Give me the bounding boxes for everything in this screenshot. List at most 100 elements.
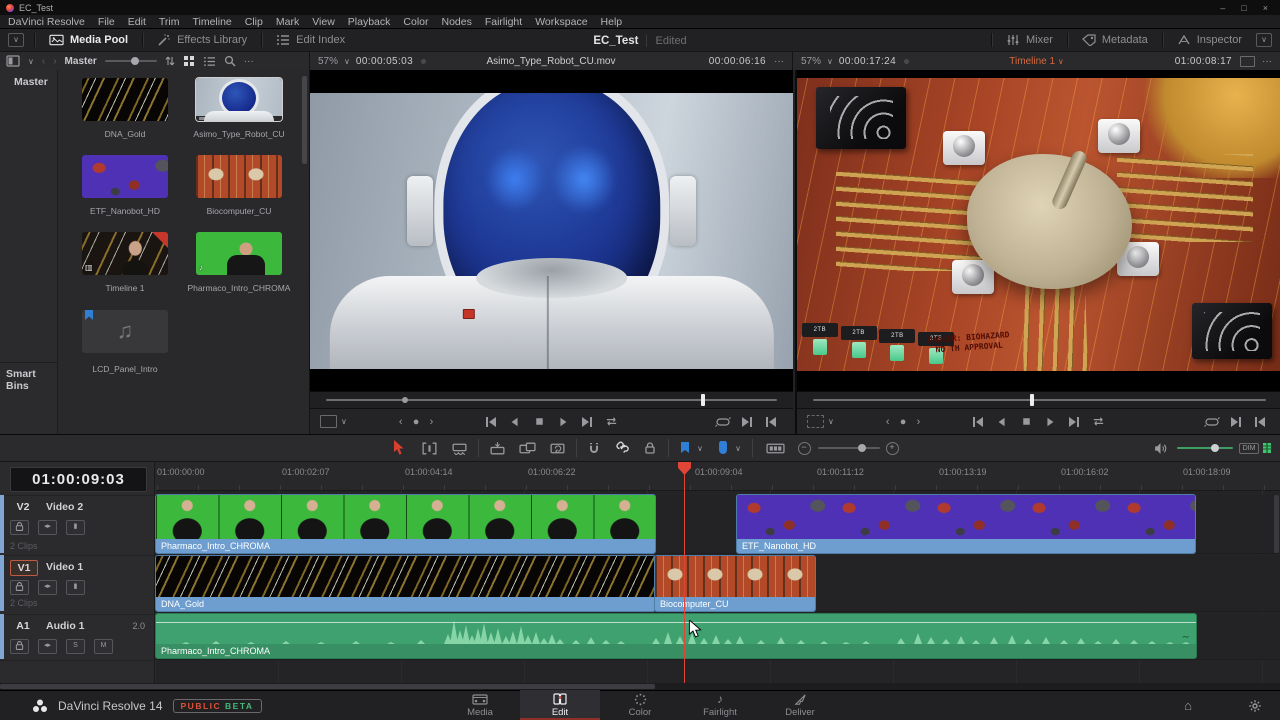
menu-fairlight[interactable]: Fairlight	[485, 16, 522, 28]
media-pool-scrollbar[interactable]	[302, 76, 307, 164]
solo-toggle[interactable]: S	[66, 639, 85, 654]
source-more-icon[interactable]: ···	[774, 56, 784, 67]
track-header-v1[interactable]: V1 Video 1 ◂▸ ▮ 2 Clips	[0, 555, 155, 612]
source-shuttle-control[interactable]: ‹ ● ›	[399, 416, 437, 428]
trim-edit-mode-tool[interactable]	[416, 435, 442, 461]
page-tab-fairlight[interactable]: ♪ Fairlight	[680, 690, 760, 720]
timeline-display-mode-icon[interactable]	[807, 415, 824, 428]
timeline-clip-pharmaco-v2[interactable]: Pharmaco_Intro_CHROMA	[156, 495, 655, 553]
timeline-step-back-button[interactable]	[990, 412, 1014, 432]
timeline-clip-biocomputer[interactable]: Biocomputer_CU	[655, 556, 815, 611]
source-go-to-out-button[interactable]	[735, 412, 759, 432]
add-marker-button[interactable]	[714, 435, 732, 461]
timeline-vertical-scrollbar[interactable]	[1274, 495, 1279, 553]
timeline-shuttle-control[interactable]: ‹ ● ›	[886, 416, 924, 428]
page-tab-color[interactable]: Color	[600, 690, 680, 720]
linked-selection-toggle[interactable]	[610, 435, 634, 461]
track-target-v1[interactable]: V1	[10, 560, 38, 576]
timeline-zoom-level[interactable]: 57%	[801, 56, 821, 67]
timeline-go-to-out-button[interactable]	[1224, 412, 1248, 432]
scrollbar-handle[interactable]	[0, 684, 655, 689]
track-enable-toggle[interactable]: ▮	[66, 520, 85, 535]
thumbnail-view-icon[interactable]	[183, 55, 195, 67]
menu-nodes[interactable]: Nodes	[441, 16, 471, 28]
menu-workspace[interactable]: Workspace	[535, 16, 587, 28]
track-target-v2[interactable]: V2	[10, 500, 36, 514]
media-clip-lcd-panel-intro[interactable]: ♫	[82, 310, 168, 353]
timeline-stop-button[interactable]	[1014, 412, 1038, 432]
settings-gear-icon[interactable]	[1248, 699, 1262, 713]
razor-edit-mode-tool[interactable]	[446, 435, 472, 461]
timeline-last-frame-button[interactable]	[1062, 412, 1086, 432]
bin-sidebar-toggle-icon[interactable]	[6, 55, 20, 67]
timeline-view-options[interactable]	[762, 435, 788, 461]
audio-fade-icon[interactable]: ∼	[1182, 632, 1190, 643]
timeline-tracks-area[interactable]: Pharmaco_Intro_CHROMA ETF_Nanobot_HD DNA…	[155, 490, 1280, 683]
flag-color-chevron-icon[interactable]: ∨	[694, 435, 706, 461]
page-tab-edit[interactable]: Edit	[520, 690, 600, 720]
monitor-volume-slider[interactable]	[1176, 435, 1234, 461]
edit-index-toggle[interactable]: Edit Index	[262, 29, 359, 51]
mute-toggle[interactable]: M	[94, 639, 113, 654]
media-clip-etf-nanobot[interactable]	[82, 155, 168, 198]
overwrite-clip-button[interactable]	[514, 435, 540, 461]
menu-file[interactable]: File	[98, 16, 115, 28]
dim-audio-button[interactable]: DIM	[1238, 435, 1260, 461]
metadata-toggle[interactable]: Metadata	[1068, 29, 1162, 51]
source-stop-button[interactable]	[527, 412, 551, 432]
timeline-loop-button[interactable]	[1086, 412, 1110, 432]
menu-timeline[interactable]: Timeline	[192, 16, 231, 28]
source-zoom-level[interactable]: 57%	[318, 56, 338, 67]
minimize-button[interactable]: –	[1220, 3, 1225, 13]
track-enable-toggle[interactable]: ▮	[66, 580, 85, 595]
search-icon[interactable]	[224, 55, 236, 67]
media-clip-biocomputer[interactable]	[196, 155, 282, 198]
auto-select-toggle[interactable]: ◂▸	[38, 520, 57, 535]
timeline-first-frame-button[interactable]	[966, 412, 990, 432]
clip-color-toggle[interactable]: ∨	[8, 33, 24, 47]
menu-clip[interactable]: Clip	[245, 16, 263, 28]
selection-mode-tool[interactable]	[388, 435, 410, 461]
bin-master[interactable]: Master	[14, 76, 48, 88]
inspector-toggle[interactable]: Inspector	[1163, 29, 1256, 51]
source-display-mode-icon[interactable]	[320, 415, 337, 428]
sort-order-icon[interactable]	[165, 55, 175, 67]
chevron-down-icon[interactable]: ∨	[28, 57, 34, 66]
audio-volume-line[interactable]	[156, 622, 1196, 623]
timeline-loop-range-button[interactable]	[1200, 412, 1224, 432]
source-video-area[interactable]	[310, 70, 793, 391]
media-clip-asimo-selected[interactable]	[196, 78, 282, 121]
menu-trim[interactable]: Trim	[159, 16, 180, 28]
track-lock-toggle[interactable]	[10, 580, 29, 595]
source-loop-range-button[interactable]	[711, 412, 735, 432]
smart-bins-header[interactable]: Smart Bins	[6, 368, 57, 392]
insert-clip-button[interactable]	[484, 435, 510, 461]
timeline-zoom-slider[interactable]	[816, 435, 882, 461]
source-zoom-chevron-icon[interactable]: ∨	[344, 57, 350, 66]
replace-clip-button[interactable]	[544, 435, 570, 461]
snapping-toggle[interactable]	[582, 435, 606, 461]
fullscreen-icon[interactable]	[1240, 56, 1255, 67]
mixer-toggle[interactable]: Mixer	[992, 29, 1067, 51]
source-display-chevron-icon[interactable]: ∨	[341, 417, 347, 426]
timeline-more-icon[interactable]: ···	[1262, 56, 1272, 67]
page-tab-deliver[interactable]: Deliver	[760, 690, 840, 720]
track-header-v2[interactable]: V2 Video 2 ◂▸ ▮ 2 Clips	[0, 495, 155, 555]
menu-davinci-resolve[interactable]: DaVinci Resolve	[8, 16, 85, 28]
timeline-clip-pharmaco-audio[interactable]: ∼ Pharmaco_Intro_CHROMA	[156, 614, 1196, 658]
source-loop-button[interactable]	[599, 412, 623, 432]
panel-layout-toggle[interactable]: ∨	[1256, 33, 1272, 47]
auto-select-toggle[interactable]: ◂▸	[38, 580, 57, 595]
track-header-a1[interactable]: A1 Audio 1 2.0 ◂▸ S M	[0, 614, 155, 660]
media-clip-pharmaco-chroma[interactable]: ♪	[196, 232, 282, 275]
media-clip-dna-gold[interactable]	[82, 78, 168, 121]
timeline-display-chevron-icon[interactable]: ∨	[828, 417, 834, 426]
effects-library-toggle[interactable]: Effects Library	[143, 29, 261, 51]
timeline-video-area[interactable]: 2TB 2TB 2TB 2TB DANGER: BIOHAZARD NO TH …	[797, 70, 1280, 391]
audio-meters-toggle[interactable]	[1260, 435, 1274, 461]
menu-help[interactable]: Help	[601, 16, 623, 28]
position-lock-toggle[interactable]	[638, 435, 662, 461]
menu-playback[interactable]: Playback	[348, 16, 391, 28]
close-button[interactable]: ×	[1263, 3, 1268, 13]
thumbnail-size-slider[interactable]	[105, 60, 157, 62]
